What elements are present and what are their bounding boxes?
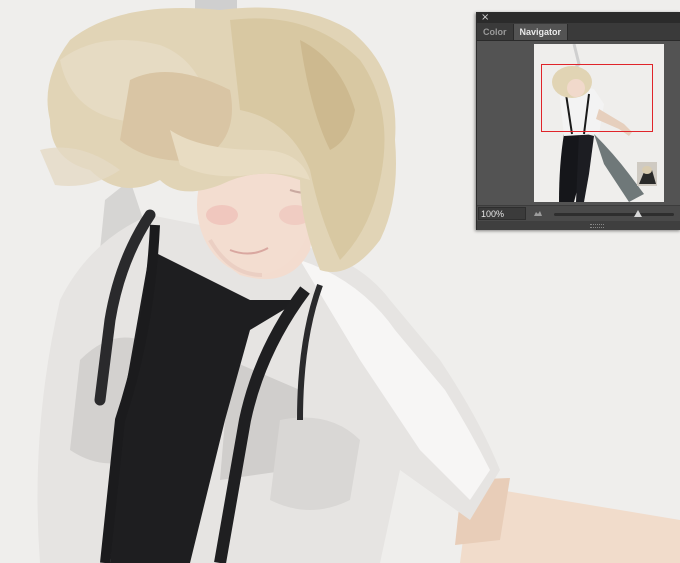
close-icon[interactable]: × xyxy=(481,12,489,23)
panel-titlebar[interactable]: × xyxy=(477,12,680,23)
navigator-body xyxy=(477,41,680,205)
tab-navigator[interactable]: Navigator xyxy=(512,24,569,40)
zoom-slider-thumb[interactable] xyxy=(634,210,642,217)
zoom-slider[interactable] xyxy=(554,210,674,217)
panel-tab-bar: Color Navigator xyxy=(477,23,680,41)
view-area-rectangle[interactable] xyxy=(541,64,653,132)
zoom-level-field[interactable]: 100% xyxy=(478,207,526,220)
tab-color[interactable]: Color xyxy=(477,24,513,40)
navigator-panel: × Color Navigator 100% xyxy=(476,12,680,230)
navigator-thumbnail[interactable] xyxy=(534,44,664,202)
zoom-out-icon[interactable] xyxy=(534,210,542,216)
navigator-footer: 100% xyxy=(477,205,680,222)
panel-resize-grip[interactable] xyxy=(477,221,680,230)
